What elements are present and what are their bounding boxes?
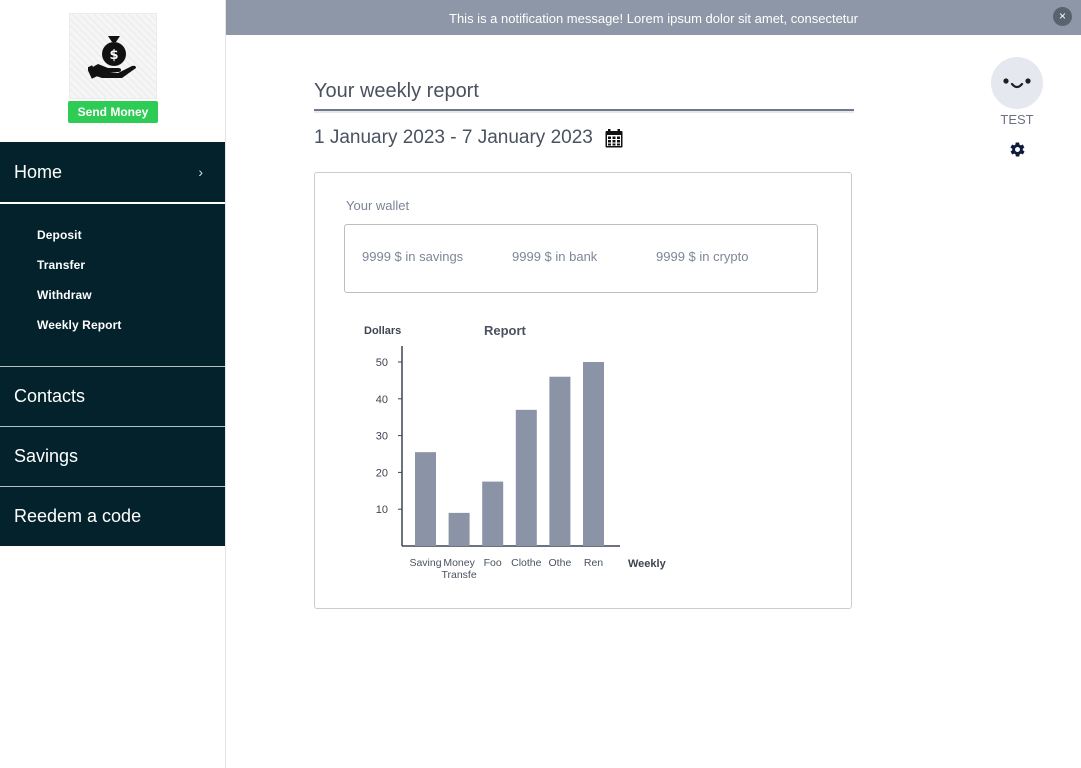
chart-bar — [482, 481, 504, 546]
sidebar-item-deposit[interactable]: Deposit — [37, 228, 225, 258]
sidebar-item-label: Contacts — [14, 386, 86, 406]
calendar-icon[interactable] — [605, 129, 623, 148]
chart-title: Report — [484, 323, 527, 338]
sidebar-item-transfer[interactable]: Transfer — [37, 258, 225, 288]
sidebar-nav: Home › Deposit Transfer Withdraw Weekly … — [0, 142, 225, 546]
x-tick-label: Foo — [484, 557, 502, 569]
x-tick-label: Clothe — [511, 557, 542, 569]
report-chart: Dollars Report 10 20 30 40 50 Saving MoneyTransf… — [364, 323, 667, 581]
sidebar-item-redeem-code[interactable]: Reedem a code — [0, 487, 225, 546]
sidebar-item-label: Reedem a code — [14, 506, 142, 526]
sidebar-item-label: Home — [14, 161, 63, 182]
x-tick-label: Saving — [409, 557, 441, 569]
chart-bar — [583, 362, 604, 546]
wallet-label: Your wallet — [346, 198, 410, 213]
y-tick-label: 40 — [376, 394, 388, 406]
notification-message: This is a notification message! Lorem ip… — [449, 11, 858, 26]
x-axis-label: Weekly — [628, 558, 667, 570]
sidebar-item-label: Savings — [14, 446, 79, 466]
money-bag-hand-icon: $ — [88, 36, 136, 79]
sidebar-item-withdraw[interactable]: Withdraw — [37, 288, 225, 318]
username: TEST — [1000, 112, 1034, 127]
chart-bar — [549, 376, 571, 546]
x-tick-label: Transfe — [441, 569, 476, 581]
x-tick-label: Money — [443, 557, 475, 569]
svg-text:$: $ — [109, 48, 118, 63]
close-icon[interactable]: × — [1053, 7, 1072, 26]
x-tick-label: Othe — [549, 557, 572, 569]
logo: $ — [69, 13, 157, 99]
wallet-bank: 9999 $ in bank — [512, 249, 598, 264]
y-tick-label: 30 — [376, 431, 388, 443]
y-tick-label: 50 — [376, 357, 388, 369]
chart-bar — [448, 512, 470, 546]
y-tick-label: 10 — [376, 504, 388, 516]
chevron-right-icon: › — [198, 164, 203, 180]
sidebar-item-weekly-report[interactable]: Weekly Report — [37, 318, 225, 348]
sidebar-item-contacts[interactable]: Contacts — [0, 367, 225, 426]
gear-icon[interactable] — [1009, 141, 1026, 158]
smiley-face-icon — [1003, 78, 1031, 89]
wallet-savings: 9999 $ in savings — [362, 249, 464, 264]
chart-bar — [415, 452, 436, 546]
notification-bar: This is a notification message! Lorem ip… — [226, 0, 1081, 35]
sidebar: $ Send Money Home › Deposit Transfer Wit… — [0, 0, 226, 768]
avatar[interactable] — [991, 57, 1043, 109]
send-money-button[interactable]: Send Money — [68, 101, 158, 123]
sidebar-item-savings[interactable]: Savings — [0, 427, 225, 486]
date-range: 1 January 2023 - 7 January 2023 — [314, 127, 593, 148]
wallet-crypto: 9999 $ in crypto — [656, 249, 749, 264]
sidebar-item-home[interactable]: Home › — [0, 142, 225, 202]
chart-bar — [515, 409, 537, 546]
divider — [314, 111, 854, 113]
x-tick-label: Ren — [584, 557, 603, 569]
page-title: Your weekly report — [314, 78, 854, 111]
y-tick-label: 20 — [376, 467, 388, 479]
sidebar-submenu: Deposit Transfer Withdraw Weekly Report — [0, 202, 225, 366]
y-axis-label: Dollars — [364, 325, 401, 337]
